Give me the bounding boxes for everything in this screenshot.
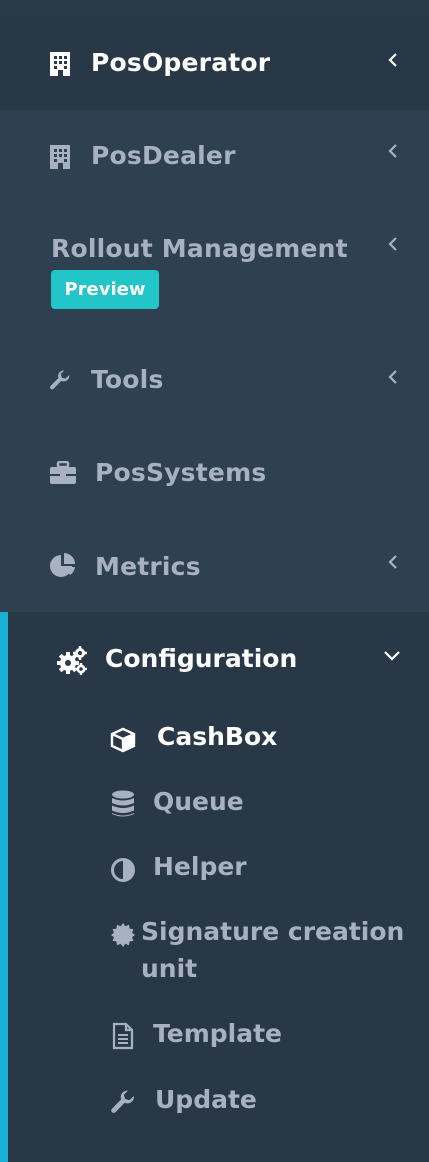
chevron-down-icon: [384, 649, 400, 661]
building-icon: [49, 145, 71, 169]
nav-item-posdealer[interactable]: PosDealer: [0, 110, 429, 203]
submenu-item-signature-creation-unit[interactable]: Signature creation unit: [8, 915, 429, 995]
nav-item-posoperator[interactable]: PosOperator: [0, 17, 429, 110]
submenu-item-cashbox[interactable]: CashBox: [8, 720, 429, 760]
nav-item-label: Metrics: [95, 552, 201, 581]
pie-chart-icon: [49, 553, 77, 577]
building-icon: [49, 52, 71, 76]
chevron-left-icon: [387, 370, 399, 384]
submenu-item-label: Queue: [153, 787, 244, 816]
submenu-item-update[interactable]: Update: [8, 1083, 429, 1123]
submenu-item-label: CashBox: [157, 722, 278, 751]
chevron-left-icon: [387, 237, 399, 251]
database-icon: [110, 790, 136, 817]
submenu-item-label: Template: [153, 1019, 282, 1048]
sidebar-top-strip: [0, 0, 429, 17]
nav-item-possystems[interactable]: PosSystems: [0, 427, 429, 520]
submenu-item-template[interactable]: Template: [8, 1017, 429, 1057]
nav-item-tools[interactable]: Tools: [0, 334, 429, 427]
certificate-icon: [110, 922, 136, 948]
submenu-item-label: Helper: [153, 852, 247, 881]
submenu-item-helper[interactable]: Helper: [8, 850, 429, 890]
submenu-item-label-line2: unit: [141, 954, 198, 983]
nav-item-label: Configuration: [105, 644, 298, 673]
chevron-left-icon: [387, 53, 399, 67]
nav-item-label: PosOperator: [91, 48, 271, 77]
cogs-icon: [56, 646, 88, 676]
wrench-icon: [110, 1090, 136, 1116]
file-text-icon: [110, 1022, 136, 1050]
briefcase-icon: [49, 461, 77, 484]
nav-item-metrics[interactable]: Metrics: [0, 520, 429, 612]
nav-item-configuration[interactable]: Configuration: [8, 612, 429, 708]
submenu-item-label: Signature creation: [141, 917, 405, 946]
preview-badge: Preview: [51, 270, 159, 309]
cube-icon: [110, 727, 136, 753]
adjust-icon: [110, 857, 136, 883]
chevron-left-icon: [387, 555, 399, 569]
submenu-item-label: Update: [155, 1085, 257, 1114]
nav-section-configuration: Configuration CashBox Queue Helper Signa…: [0, 612, 429, 1162]
wrench-icon: [49, 370, 71, 392]
nav-item-label: PosDealer: [91, 141, 236, 170]
nav-item-label: PosSystems: [95, 458, 267, 487]
nav-item-label: Rollout Management: [51, 234, 348, 263]
chevron-left-icon: [387, 144, 399, 158]
nav-item-label: Tools: [91, 365, 164, 394]
submenu-item-queue[interactable]: Queue: [8, 785, 429, 825]
